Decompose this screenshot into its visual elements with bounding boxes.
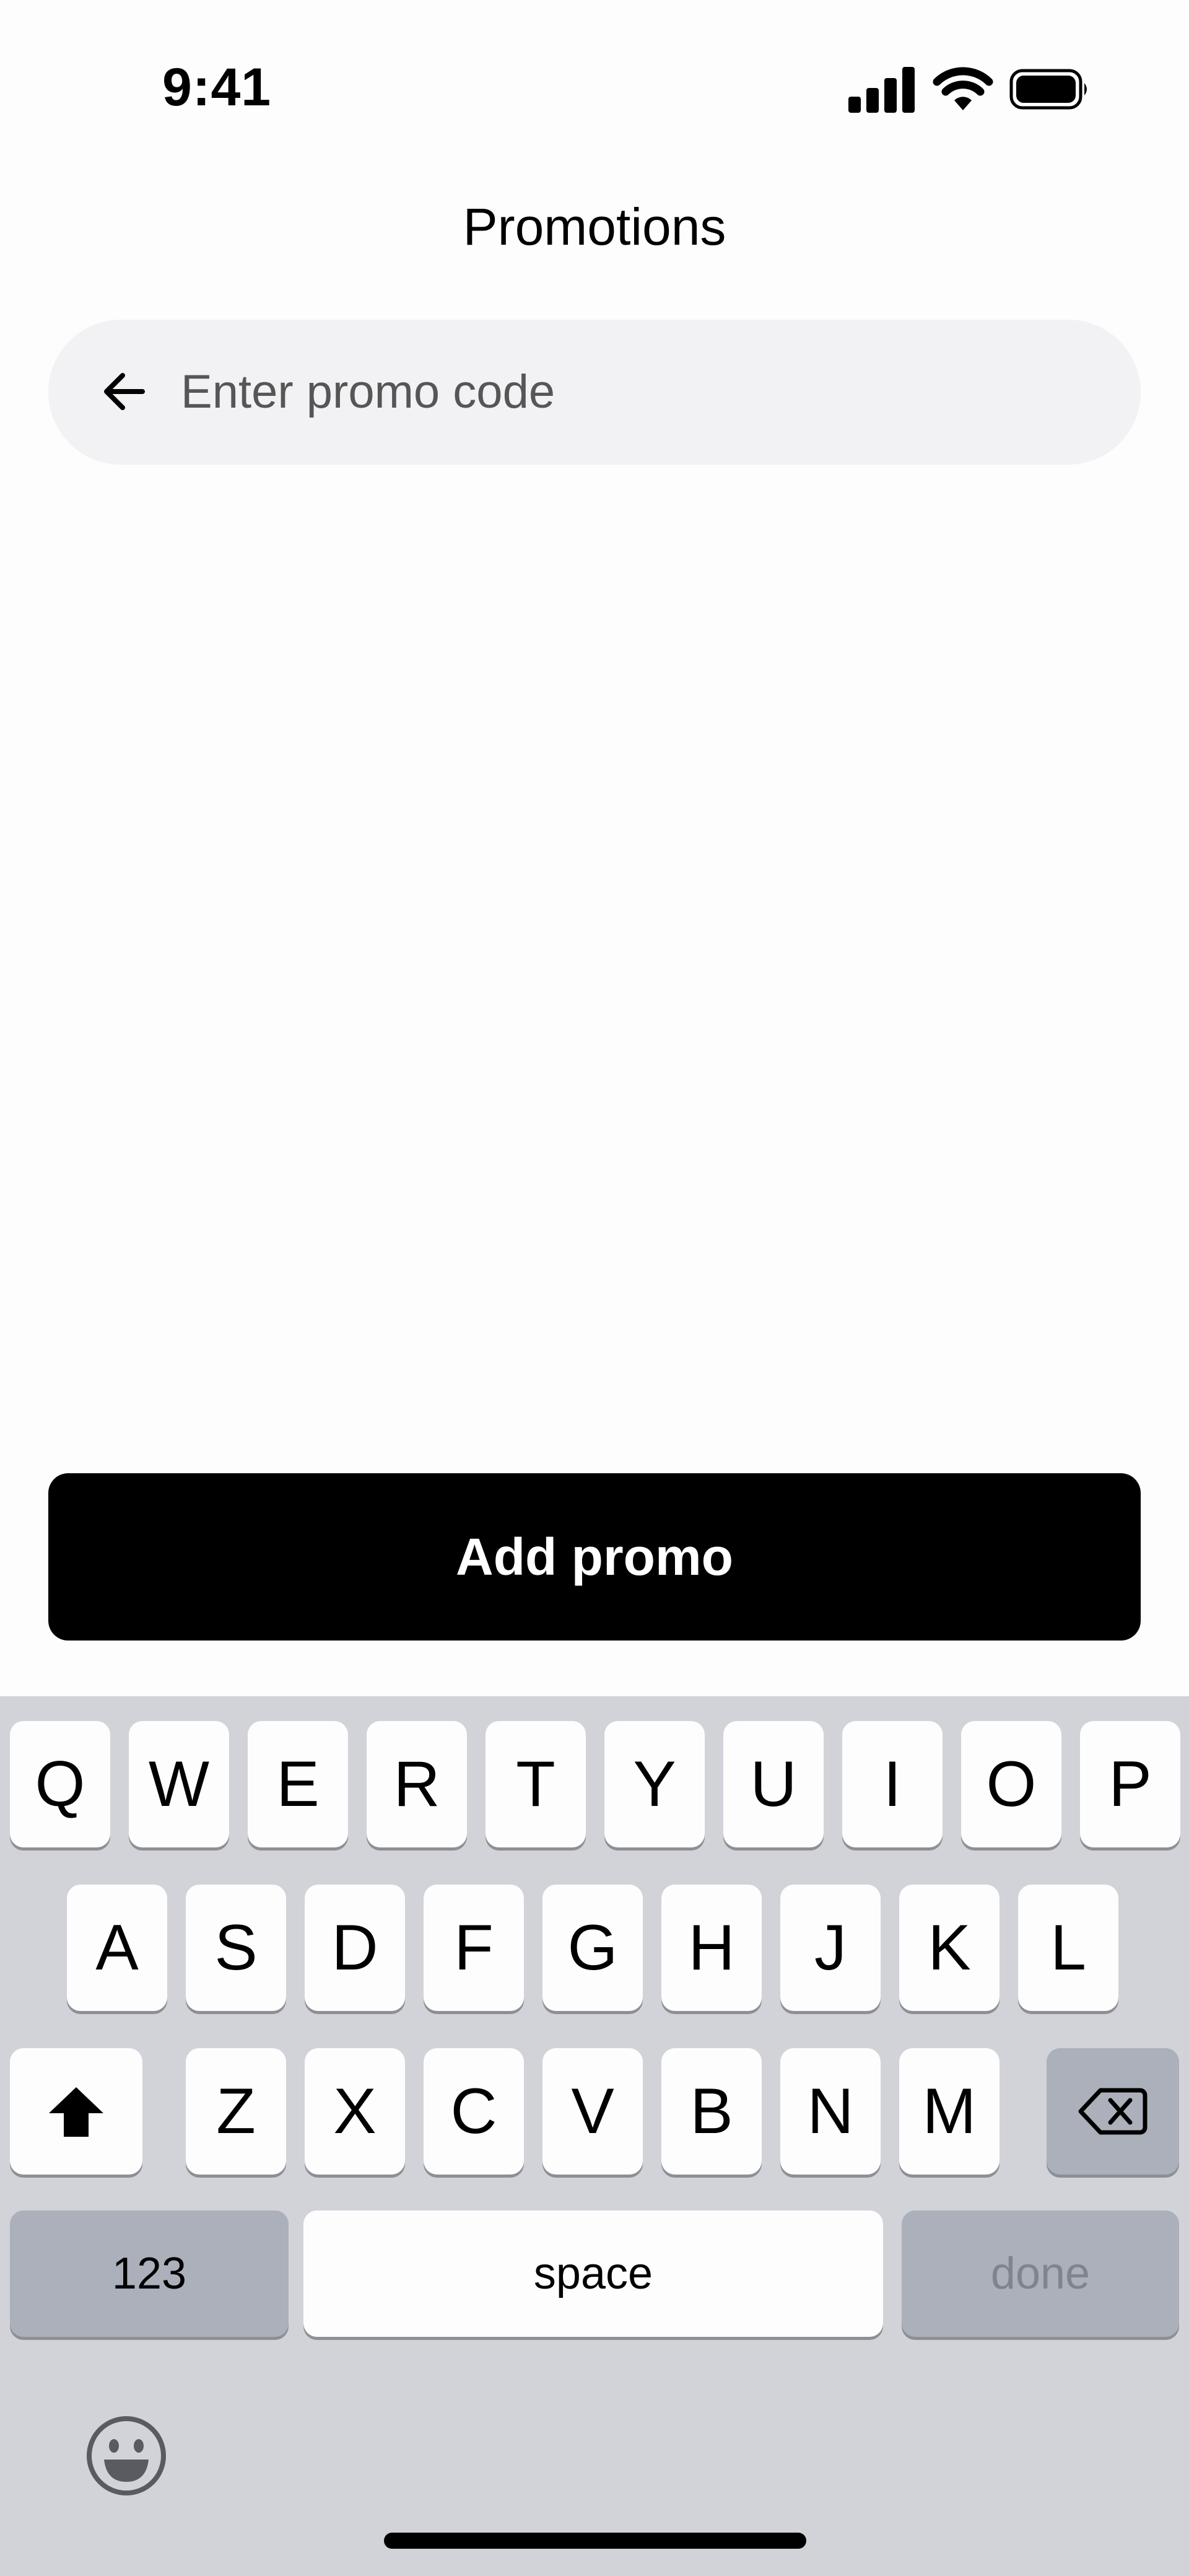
numbers-key[interactable]: 123 — [10, 2210, 289, 2337]
key-v[interactable]: V — [542, 2048, 643, 2175]
add-promo-button[interactable]: Add promo — [48, 1473, 1141, 1641]
key-o[interactable]: O — [961, 1721, 1061, 1847]
key-h[interactable]: H — [661, 1885, 762, 2011]
key-n[interactable]: N — [780, 2048, 881, 2175]
key-r[interactable]: R — [367, 1721, 467, 1847]
key-q[interactable]: Q — [10, 1721, 110, 1847]
promotions-screen: 9:41 Promotions Add pr — [0, 0, 1189, 2576]
keyboard: Q W E R T Y U I O P A S D F G H J K L Z … — [0, 1696, 1189, 2576]
key-a[interactable]: A — [67, 1885, 167, 2011]
key-s[interactable]: S — [186, 1885, 286, 2011]
arrow-left-icon[interactable] — [99, 367, 149, 416]
key-d[interactable]: D — [305, 1885, 405, 2011]
status-time: 9:41 — [162, 58, 272, 117]
key-z[interactable]: Z — [186, 2048, 286, 2175]
emoji-icon[interactable] — [85, 2415, 167, 2497]
key-u[interactable]: U — [723, 1721, 824, 1847]
key-p[interactable]: P — [1080, 1721, 1180, 1847]
space-key[interactable]: space — [303, 2210, 883, 2337]
promo-code-input[interactable] — [181, 347, 1097, 436]
status-icons — [848, 64, 1090, 114]
cellular-signal-icon — [848, 67, 915, 113]
key-w[interactable]: W — [129, 1721, 229, 1847]
key-c[interactable]: C — [424, 2048, 524, 2175]
key-k[interactable]: K — [899, 1885, 1000, 2011]
key-t[interactable]: T — [486, 1721, 586, 1847]
key-f[interactable]: F — [424, 1885, 524, 2011]
delete-key[interactable] — [1047, 2048, 1179, 2175]
key-e[interactable]: E — [248, 1721, 348, 1847]
backspace-icon — [1078, 2088, 1148, 2135]
status-bar: 9:41 — [0, 0, 1189, 173]
done-key[interactable]: done — [902, 2210, 1179, 2337]
battery-icon — [1009, 69, 1087, 110]
key-g[interactable]: G — [542, 1885, 643, 2011]
key-b[interactable]: B — [661, 2048, 762, 2175]
shift-key[interactable] — [10, 2048, 142, 2175]
key-l[interactable]: L — [1018, 1885, 1118, 2011]
shift-icon — [49, 2087, 103, 2137]
page-title: Promotions — [463, 198, 726, 256]
key-m[interactable]: M — [899, 2048, 1000, 2175]
home-indicator — [384, 2533, 806, 2549]
key-x[interactable]: X — [305, 2048, 405, 2175]
key-j[interactable]: J — [780, 1885, 881, 2011]
key-y[interactable]: Y — [604, 1721, 705, 1847]
wifi-icon — [933, 67, 993, 110]
key-i[interactable]: I — [842, 1721, 943, 1847]
